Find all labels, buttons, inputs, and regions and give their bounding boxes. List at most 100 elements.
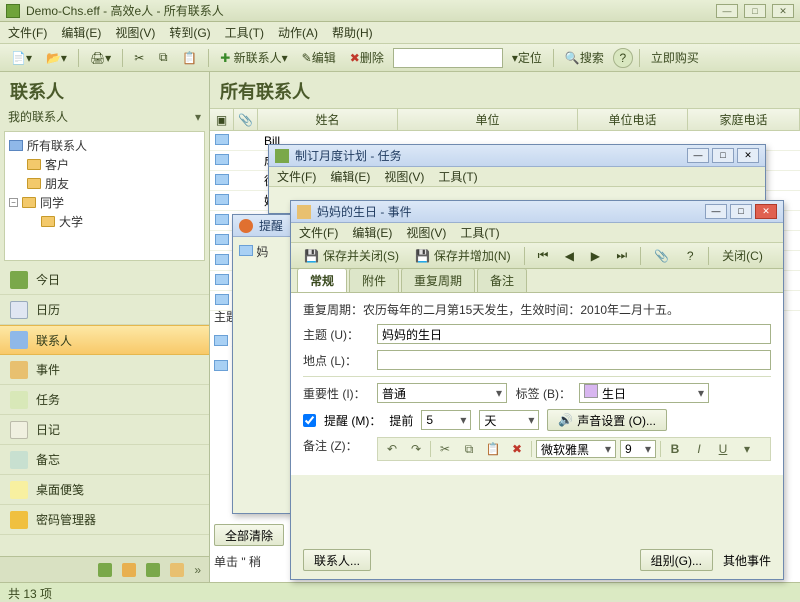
- tree-all-contacts[interactable]: 所有联系人: [7, 136, 202, 155]
- delete-button[interactable]: ✖ 删除: [345, 48, 389, 68]
- attach-button[interactable]: [649, 246, 674, 266]
- tab-general[interactable]: 常规: [297, 268, 347, 292]
- col-attach[interactable]: [234, 109, 258, 130]
- close-button[interactable]: ✕: [737, 148, 759, 163]
- tree-classmate[interactable]: −同学: [7, 193, 202, 212]
- tab-attachments[interactable]: 附件: [349, 268, 399, 292]
- menu-edit[interactable]: 编辑(E): [352, 224, 392, 241]
- redo-button[interactable]: ↷: [406, 440, 426, 458]
- menu-view[interactable]: 视图(V): [384, 168, 424, 185]
- more-button[interactable]: ▾: [737, 440, 757, 458]
- maximize-button[interactable]: □: [730, 204, 752, 219]
- nav-contacts[interactable]: 联系人: [0, 325, 209, 355]
- help-button[interactable]: ?: [680, 246, 700, 266]
- font-combo[interactable]: 微软雅黑: [536, 440, 616, 458]
- menu-file[interactable]: 文件(F): [299, 224, 338, 241]
- edit-button[interactable]: ✎ 编辑: [297, 48, 341, 68]
- tree-university[interactable]: 大学: [7, 212, 202, 231]
- minimize-button[interactable]: —: [705, 204, 727, 219]
- copy-button[interactable]: ⧉: [153, 48, 173, 68]
- copy-button[interactable]: ⧉: [459, 440, 479, 458]
- paste-button[interactable]: 📋: [177, 48, 202, 68]
- menu-tools[interactable]: 工具(T): [225, 24, 264, 41]
- close-button[interactable]: ✕: [755, 204, 777, 219]
- sound-settings-button[interactable]: 🔊 声音设置 (O)...: [547, 409, 667, 431]
- close-toolbar-button[interactable]: 关闭(C): [717, 246, 768, 266]
- menu-tools[interactable]: 工具(T): [438, 168, 477, 185]
- menu-edit[interactable]: 编辑(E): [330, 168, 370, 185]
- help-icon[interactable]: ?: [613, 48, 633, 68]
- col-homephone[interactable]: 家庭电话: [688, 109, 800, 130]
- task-titlebar[interactable]: 制订月度计划 - 任务 — □ ✕: [269, 145, 765, 167]
- italic-button[interactable]: I: [689, 440, 709, 458]
- menu-view[interactable]: 视图(V): [115, 24, 155, 41]
- expander-icon[interactable]: −: [9, 198, 18, 207]
- menu-help[interactable]: 帮助(H): [332, 24, 373, 41]
- event-titlebar[interactable]: 妈妈的生日 - 事件 — □ ✕: [291, 201, 783, 223]
- menu-actions[interactable]: 动作(A): [278, 24, 318, 41]
- shortcut-icon[interactable]: [170, 563, 184, 577]
- print-button[interactable]: 🖨▾: [85, 48, 116, 68]
- nav-memo[interactable]: 备忘: [0, 445, 209, 475]
- col-workphone[interactable]: 单位电话: [578, 109, 688, 130]
- menu-file[interactable]: 文件(F): [277, 168, 316, 185]
- location-input[interactable]: [377, 350, 771, 370]
- tree-customer[interactable]: 客户: [7, 155, 202, 174]
- nav-diary[interactable]: 日记: [0, 415, 209, 445]
- tag-combo[interactable]: 生日: [579, 383, 709, 403]
- clear-all-button[interactable]: 全部清除: [214, 524, 284, 546]
- nav-calendar[interactable]: 日历: [0, 295, 209, 325]
- nav-tasks[interactable]: 任务: [0, 385, 209, 415]
- prev-button[interactable]: ◀: [559, 246, 579, 266]
- ahead-num-combo[interactable]: 5: [421, 410, 471, 430]
- save-add-button[interactable]: 💾 保存并增加(N): [410, 246, 516, 266]
- shortcut-icon[interactable]: [146, 563, 160, 577]
- undo-button[interactable]: ↶: [382, 440, 402, 458]
- group-button[interactable]: 组别(G)...: [640, 549, 713, 571]
- cut-button[interactable]: ✂: [435, 440, 455, 458]
- minimize-button[interactable]: —: [716, 4, 738, 18]
- next-button[interactable]: ▶: [585, 246, 605, 266]
- reminder-checkbox[interactable]: [303, 414, 316, 427]
- tab-notes[interactable]: 备注: [477, 268, 527, 292]
- shortcut-icon[interactable]: [122, 563, 136, 577]
- fontsize-combo[interactable]: 9: [620, 440, 656, 458]
- cut-button[interactable]: ✂: [129, 48, 149, 68]
- new-contact-button[interactable]: ✚ 新联系人 ▾: [215, 48, 292, 68]
- nav-password[interactable]: 密码管理器: [0, 505, 209, 535]
- nav-today[interactable]: 今日: [0, 265, 209, 295]
- maximize-button[interactable]: □: [744, 4, 766, 18]
- ahead-unit-combo[interactable]: 天: [479, 410, 539, 430]
- bold-button[interactable]: B: [665, 440, 685, 458]
- contacts-button[interactable]: 联系人...: [303, 549, 371, 571]
- maximize-button[interactable]: □: [712, 148, 734, 163]
- tree-friend[interactable]: 朋友: [7, 174, 202, 193]
- clear-button[interactable]: ✖: [507, 440, 527, 458]
- menu-edit[interactable]: 编辑(E): [61, 24, 101, 41]
- my-contacts-dropdown[interactable]: 我的联系人: [0, 106, 209, 131]
- close-button[interactable]: ✕: [772, 4, 794, 18]
- tab-recurrence[interactable]: 重复周期: [401, 268, 475, 292]
- underline-button[interactable]: U: [713, 440, 733, 458]
- subject-input[interactable]: [377, 324, 771, 344]
- nav-events[interactable]: 事件: [0, 355, 209, 385]
- nav-sticky[interactable]: 桌面便笺: [0, 475, 209, 505]
- buy-now-button[interactable]: 立即购买: [646, 48, 704, 68]
- last-button[interactable]: ⏭: [611, 246, 632, 266]
- shortcut-icon[interactable]: [98, 563, 112, 577]
- importance-combo[interactable]: 普通: [377, 383, 507, 403]
- col-name[interactable]: 姓名: [258, 109, 398, 130]
- menu-view[interactable]: 视图(V): [406, 224, 446, 241]
- menu-file[interactable]: 文件(F): [8, 24, 47, 41]
- toolbar-search-input[interactable]: [393, 48, 503, 68]
- search-button[interactable]: 🔍 搜索: [560, 48, 609, 68]
- chevron-icon[interactable]: »: [194, 563, 201, 577]
- reminder-titlebar[interactable]: 提醒: [233, 215, 291, 237]
- new-button[interactable]: 📄▾: [6, 48, 37, 68]
- minimize-button[interactable]: —: [687, 148, 709, 163]
- locate-button[interactable]: ▾ 定位: [507, 48, 547, 68]
- first-button[interactable]: ⏮: [533, 246, 554, 266]
- col-icon[interactable]: ▣: [210, 109, 234, 130]
- open-button[interactable]: 📂▾: [41, 48, 72, 68]
- save-close-button[interactable]: 💾 保存并关闭(S): [299, 246, 404, 266]
